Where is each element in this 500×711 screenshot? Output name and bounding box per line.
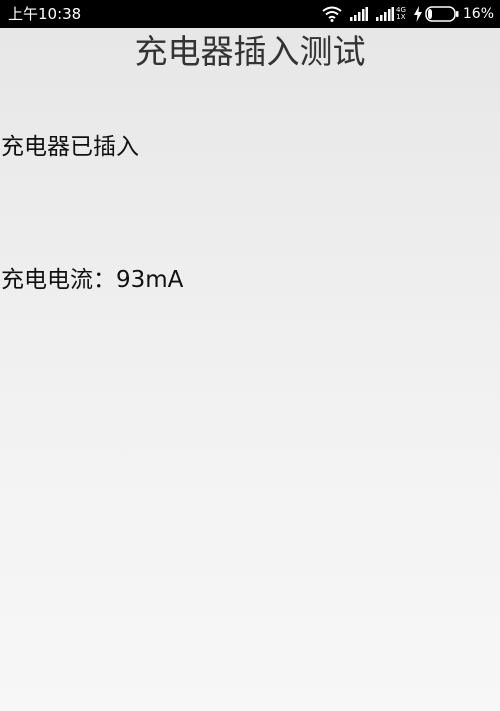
charging-current-line: 充电电流：93mA [1, 265, 183, 295]
status-bar: 上午10:38 4G 1X 16% [0, 0, 500, 28]
page-title: 充电器插入测试 [134, 32, 366, 71]
charging-current-label: 充电电流： [1, 267, 116, 293]
charging-current-value: 93mA [116, 267, 184, 293]
network-type-label: 4G 1X [396, 7, 406, 21]
charger-plug-status: 充电器已插入 [1, 134, 139, 160]
status-icons: 4G 1X 16% [314, 4, 494, 24]
network-type-bottom: 1X [396, 13, 406, 21]
wifi-icon [322, 6, 342, 22]
signal-icon [349, 7, 368, 21]
battery-icon [425, 6, 459, 22]
signal-icon-secondary [375, 7, 394, 21]
charging-bolt-icon [413, 6, 422, 22]
battery-percent: 16% [462, 6, 494, 22]
status-time: 上午10:38 [8, 5, 82, 23]
